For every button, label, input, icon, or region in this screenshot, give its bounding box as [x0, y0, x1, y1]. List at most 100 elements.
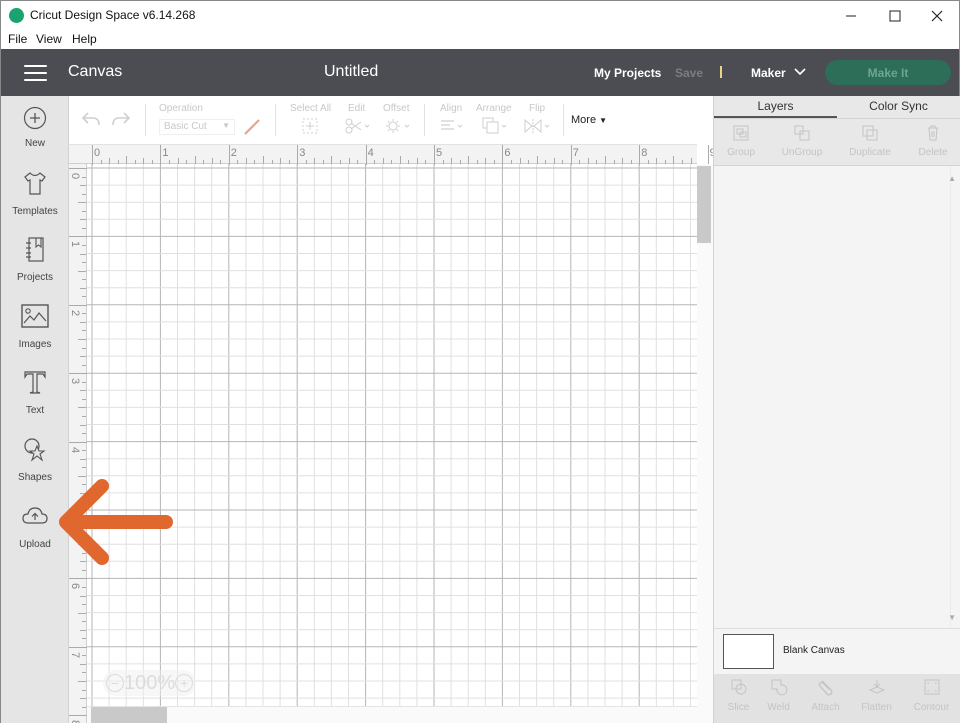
ruler-tick: [357, 160, 359, 164]
ruler-tick: [622, 158, 624, 164]
horizontal-scrollbar-thumb[interactable]: [91, 707, 167, 723]
weld-label: Weld: [767, 702, 790, 713]
sidebar-item-images[interactable]: Images: [1, 303, 69, 365]
app-window: Cricut Design Space v6.14.268 File View …: [0, 0, 960, 723]
operation-select[interactable]: Basic Cut ▼: [159, 119, 235, 135]
horizontal-scrollbar[interactable]: [87, 706, 697, 723]
arrange-icon[interactable]: [482, 117, 508, 135]
ruler-tick-label: 4: [367, 147, 374, 159]
close-button[interactable]: [915, 1, 959, 30]
ruler-tick: [382, 158, 384, 164]
title-bar: Cricut Design Space v6.14.268: [1, 1, 959, 30]
ruler-tick: [314, 158, 316, 164]
flip-label: Flip: [529, 103, 546, 114]
ungroup-button[interactable]: UnGroup: [772, 119, 832, 167]
weld-button[interactable]: Weld: [754, 674, 803, 723]
offset-label: Offset: [383, 103, 410, 114]
vertical-scrollbar-thumb[interactable]: [697, 166, 711, 243]
sidebar-item-text[interactable]: Text: [1, 369, 69, 431]
ungroup-icon: [794, 125, 810, 141]
group-button[interactable]: Group: [711, 119, 771, 167]
redo-icon[interactable]: [111, 111, 131, 127]
hamburger-menu-icon[interactable]: [24, 65, 47, 81]
sidebar-item-templates[interactable]: Templates: [1, 170, 69, 232]
sidebar-item-new[interactable]: New: [1, 106, 69, 168]
ruler-tick-label: 2: [230, 147, 237, 159]
layer-tools: Group UnGroup Duplicate Delete: [714, 118, 960, 166]
canvas-color-swatch[interactable]: [723, 634, 774, 669]
offset-icon[interactable]: [385, 118, 411, 134]
horizontal-ruler: 0123456789: [87, 144, 713, 165]
zoom-control: − 100% +: [103, 670, 197, 696]
ruler-tick: [69, 441, 87, 443]
align-icon[interactable]: [440, 119, 464, 133]
canvas-grid[interactable]: [87, 164, 697, 706]
tab-color-sync[interactable]: Color Sync: [837, 99, 960, 113]
project-title[interactable]: Untitled: [324, 63, 378, 81]
blank-canvas-label: Blank Canvas: [783, 645, 845, 656]
menu-view[interactable]: View: [36, 32, 62, 46]
ruler-tick: [80, 458, 86, 460]
my-projects-link[interactable]: My Projects: [594, 66, 661, 80]
ruler-tick: [78, 202, 86, 204]
flip-icon[interactable]: [524, 118, 552, 134]
vertical-scrollbar[interactable]: [697, 164, 713, 723]
ruler-tick: [134, 160, 136, 164]
layers-list[interactable]: ▲ ▼: [714, 166, 960, 628]
ruler-tick: [485, 158, 487, 164]
menu-help[interactable]: Help: [72, 32, 97, 46]
ruler-tick: [80, 424, 86, 426]
pen-color-swatch-icon[interactable]: [243, 118, 261, 136]
blank-canvas-layer[interactable]: Blank Canvas: [714, 628, 960, 674]
ruler-tick: [596, 160, 598, 164]
ruler-tick: [288, 160, 290, 164]
design-canvas[interactable]: 0123456789 012345678 − 100% +: [69, 144, 713, 723]
scroll-up-icon[interactable]: ▲: [948, 174, 956, 183]
scissors-icon[interactable]: [345, 118, 371, 134]
ruler-tick: [425, 160, 427, 164]
machine-selector[interactable]: Maker: [751, 66, 786, 80]
ruler-tick: [82, 398, 86, 400]
contour-button[interactable]: Contour: [907, 674, 956, 723]
ruler-tick: [434, 145, 435, 165]
flatten-button[interactable]: Flatten: [852, 674, 901, 723]
ruler-tick: [82, 244, 86, 246]
text-t-icon: [24, 371, 46, 394]
make-it-button[interactable]: Make It: [825, 60, 951, 85]
minimize-button[interactable]: [829, 1, 873, 30]
ruler-tick: [82, 176, 86, 178]
menu-file[interactable]: File: [8, 32, 27, 46]
header-divider: [720, 66, 722, 78]
more-menu-button[interactable]: More ▼: [571, 114, 607, 126]
ruler-tick: [476, 160, 478, 164]
ruler-tick: [82, 450, 86, 452]
maximize-button[interactable]: [873, 1, 917, 30]
ruler-tick: [168, 160, 170, 164]
chevron-down-icon[interactable]: [794, 65, 806, 77]
slice-icon: [731, 679, 747, 695]
ruler-tick-label: 0: [69, 172, 82, 180]
select-all-icon[interactable]: [302, 118, 318, 134]
tab-layers[interactable]: Layers: [714, 99, 837, 113]
save-button[interactable]: Save: [675, 66, 703, 80]
ruler-tick: [82, 262, 86, 264]
sidebar-item-projects[interactable]: Projects: [1, 236, 69, 298]
ruler-tick: [707, 145, 709, 165]
scroll-down-icon[interactable]: ▼: [948, 613, 956, 622]
ruler-tick: [228, 145, 230, 165]
ruler-tick: [322, 160, 324, 164]
vertical-ruler: 012345678: [69, 164, 87, 723]
duplicate-button[interactable]: Duplicate: [840, 119, 900, 167]
delete-button[interactable]: Delete: [903, 119, 960, 167]
layers-scrollbar[interactable]: [950, 166, 960, 628]
ruler-tick: [664, 160, 666, 164]
attach-button[interactable]: Attach: [801, 674, 850, 723]
ruler-tick: [82, 227, 86, 229]
zoom-in-button[interactable]: +: [175, 674, 194, 692]
contour-icon: [924, 679, 940, 695]
ruler-tick: [82, 279, 86, 281]
zoom-out-button[interactable]: −: [106, 674, 124, 692]
ruler-tick: [493, 160, 495, 164]
undo-icon[interactable]: [81, 111, 101, 127]
edit-label: Edit: [348, 103, 366, 114]
